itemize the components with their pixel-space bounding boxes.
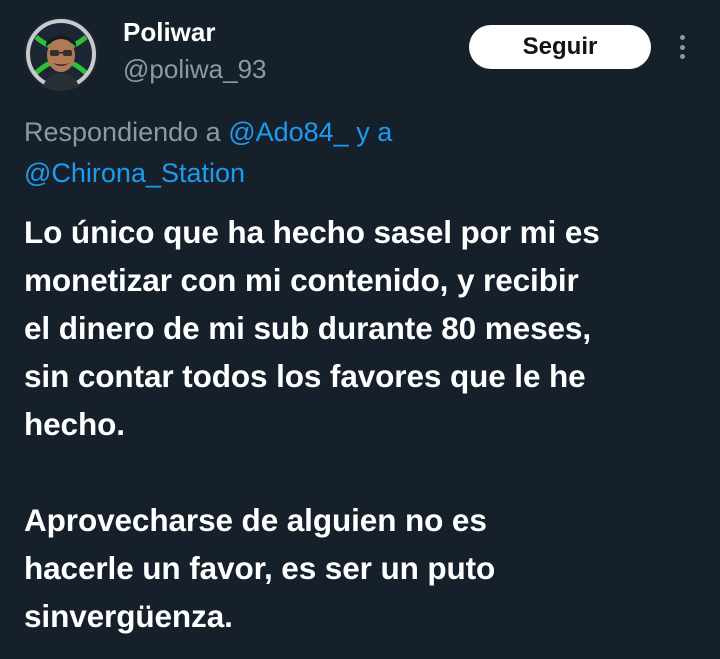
xbox-avatar-icon [24,17,98,91]
display-name[interactable]: Poliwar [123,16,215,48]
avatar[interactable] [24,17,98,91]
tweet-text: Lo único que ha hecho sasel por mi es mo… [24,208,704,640]
tweet-line: Lo único que ha hecho sasel por mi es [24,214,600,250]
tweet-line: el dinero de mi sub durante 80 meses, [24,310,591,346]
tweet-line: hacerle un favor, es ser un puto [24,550,496,586]
tweet-line: monetizar con mi contenido, y recibir [24,262,579,298]
tweet-line: hecho. [24,406,125,442]
more-options-icon[interactable] [670,32,694,62]
tweet-line: sin contar todos los favores que le he [24,358,586,394]
follow-button[interactable]: Seguir [469,25,651,69]
mention-connector: y a [356,117,393,147]
mention-link[interactable]: @Ado84_ [228,117,349,147]
mention-link[interactable]: @Chirona_Station [24,158,245,188]
tweet-line: sinvergüenza. [24,598,233,634]
replying-prefix: Respondiendo a [24,117,221,147]
tweet-line: Aprovecharse de alguien no es [24,502,487,538]
replying-to: Respondiendo a @Ado84_ y a @Chirona_Stat… [24,112,684,194]
user-handle[interactable]: @poliwa_93 [123,53,266,85]
